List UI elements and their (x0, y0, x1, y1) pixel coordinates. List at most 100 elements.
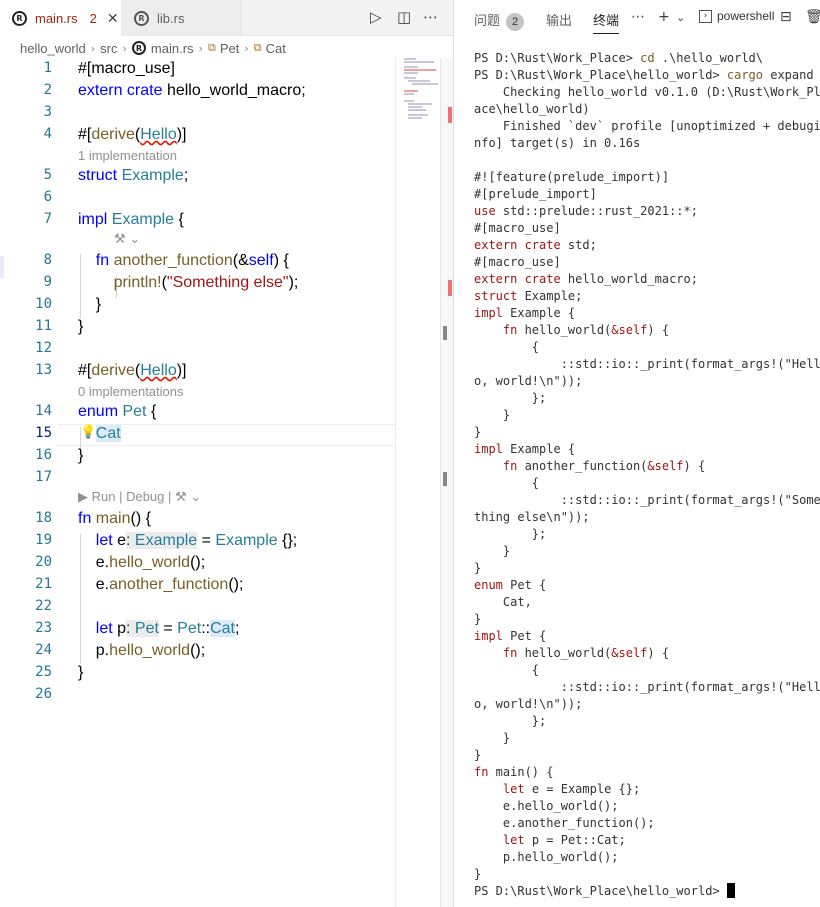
line-number: 26 (35, 686, 52, 702)
trash-icon[interactable]: 🗑 (805, 9, 820, 25)
tool-icon[interactable]: ⚒ (175, 489, 187, 504)
line-number: 13 (35, 362, 52, 378)
terminal-line: } (474, 612, 482, 626)
minimap-line (408, 114, 428, 116)
run-icon[interactable]: ▷ (370, 8, 382, 26)
minimap-line (404, 58, 416, 60)
line-number: 11 (35, 318, 52, 334)
chevron-down-icon: ⌄ (129, 231, 141, 246)
code-line: impl Example { (78, 211, 184, 228)
line-number: 17 (35, 469, 52, 485)
panel-tab-bar: 问题 2 输出 终端 ⋯ + ⌄ › powershell ⊟ 🗑 (454, 0, 820, 36)
breadcrumb-item[interactable]: src (100, 41, 117, 56)
line-number: 18 (35, 510, 52, 526)
terminal-line: ace\hello_world) (474, 102, 590, 116)
terminal-line: let e = Example {}; (502, 782, 641, 796)
add-terminal-icon[interactable]: + (658, 9, 670, 25)
run-codelens[interactable]: ▶ Run (78, 489, 115, 504)
code-line: fn main() { (78, 510, 151, 527)
code-line: struct Example; (78, 167, 189, 184)
terminal-line: impl Pet { (474, 629, 547, 643)
debug-codelens[interactable]: Debug (126, 489, 164, 504)
inlay-actions[interactable]: ⚒ ⌄ (114, 231, 140, 247)
code-line: e.another_function(); (78, 576, 244, 593)
line-number: 19 (35, 532, 52, 548)
codelens-implementations[interactable]: 1 implementation (78, 148, 177, 163)
problem-count-badge: 2 (89, 10, 97, 26)
tab-label: lib.rs (157, 10, 185, 26)
minimap-line (404, 93, 414, 95)
tab-output[interactable]: 输出 (546, 10, 572, 29)
code-line: } (78, 318, 84, 335)
code-line: let e: Example = Example {}; (95, 532, 298, 549)
close-icon[interactable]: ✕ (107, 10, 119, 27)
terminal-line: fn hello_world(&self) { (502, 646, 670, 660)
code-line: Cat (95, 425, 121, 442)
chevron-right-icon: › (90, 41, 96, 55)
code-line: fn another_function(&self) { (95, 252, 289, 269)
tab-problems[interactable]: 问题 2 (474, 10, 525, 31)
code-line: e.hello_world(); (78, 554, 206, 571)
rust-icon: R (12, 10, 27, 26)
chevron-right-icon: › (122, 41, 127, 55)
terminal-line: fn hello_world(&self) { (502, 323, 670, 337)
terminal-line: ::std::io::_print(format_args!("Hell (474, 357, 820, 371)
terminal-line: PS D:\Rust\Work_Place\hello_world> cargo… (474, 68, 814, 82)
terminal-line: enum Pet { (474, 578, 547, 592)
terminal-line: }; (474, 527, 547, 541)
terminal-selector[interactable]: › powershell (699, 9, 774, 23)
error-marker (448, 107, 452, 123)
minimap-line (404, 69, 436, 71)
tab-main-rs[interactable]: R main.rs 2 ✕ (0, 0, 122, 36)
terminal-name: powershell (717, 9, 775, 23)
minimap-line (408, 109, 426, 111)
tab-terminal[interactable]: 终端 (593, 10, 620, 34)
more-icon[interactable]: ⋯ (631, 9, 645, 25)
enum-member-icon: ⧉ (253, 41, 262, 54)
breadcrumb-item[interactable]: Pet (220, 41, 240, 56)
more-icon[interactable]: ⋯ (423, 8, 438, 26)
minimap-line (408, 106, 422, 108)
tab-label: 问题 (474, 13, 501, 28)
tool-icon: ⚒ (114, 231, 126, 246)
powershell-icon: › (699, 9, 712, 23)
chevron-down-icon[interactable]: ⌄ (676, 11, 685, 24)
line-number: 23 (35, 620, 52, 636)
terminal-line: } (474, 544, 511, 558)
split-editor-icon[interactable]: ◫ (397, 8, 411, 26)
problems-count-badge: 2 (506, 13, 525, 31)
minimap[interactable] (395, 58, 440, 907)
code-line: #[derive(Hello)] (78, 362, 187, 379)
terminal-line: p.hello_world(); (474, 850, 619, 864)
terminal-line: ::std::io::_print(format_args!("Hell (474, 680, 820, 694)
minimap-line (404, 100, 414, 102)
code-editor[interactable]: 1 2 3 4 5 6 7 8 9 10 11 12 13 14 15 16 1… (0, 58, 395, 907)
terminal-line: fn another_function(&self) { (502, 459, 706, 473)
line-number: 25 (35, 664, 52, 680)
bottom-panel: 问题 2 输出 终端 ⋯ + ⌄ › powershell ⊟ 🗑 PS D:\R… (453, 0, 820, 907)
codelens-implementations[interactable]: 0 implementations (78, 384, 184, 399)
line-number: 9 (43, 274, 52, 290)
terminal-line: struct Example; (474, 289, 583, 303)
terminal-output[interactable]: PS D:\Rust\Work_Place> cd .\hello_world\… (474, 50, 820, 900)
breadcrumb-item[interactable]: main.rs (151, 41, 194, 56)
terminal-line: } (474, 408, 511, 422)
line-number: 4 (43, 126, 52, 142)
tab-lib-rs[interactable]: R lib.rs (122, 0, 242, 36)
maximize-panel-icon[interactable]: ⊟ (780, 9, 792, 25)
terminal-line: e.another_function(); (474, 816, 655, 830)
terminal-line: Cat, (474, 595, 532, 609)
terminal-line: fn main() { (474, 765, 554, 779)
code-line: let p: Pet = Pet::Cat; (95, 620, 240, 637)
chevron-down-icon: ⌄ (190, 489, 202, 504)
terminal-line: PS D:\Rust\Work_Place\hello_world> (474, 883, 819, 900)
terminal-line: } (474, 731, 511, 745)
code-line: #[macro_use] (78, 60, 175, 77)
terminal-line: PS D:\Rust\Work_Place> cd .\hello_world\ (474, 51, 763, 65)
terminal-line: impl Example { (474, 306, 576, 320)
terminal-line: } (474, 425, 482, 439)
line-number: 14 (35, 403, 52, 419)
breadcrumb-item[interactable]: Cat (266, 41, 286, 56)
breadcrumb-item[interactable]: hello_world (20, 41, 86, 56)
terminal-line: #![feature(prelude_import)] (474, 170, 670, 184)
